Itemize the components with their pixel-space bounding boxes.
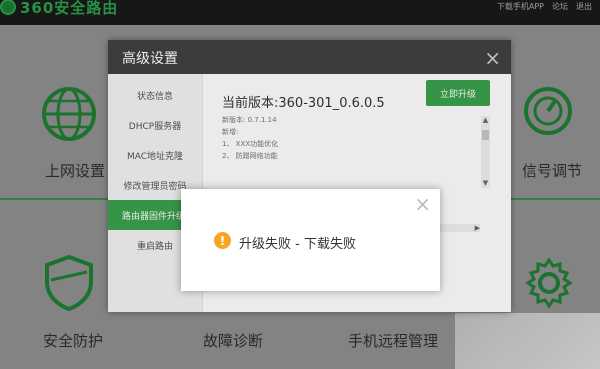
warning-icon: ! xyxy=(214,232,231,249)
upgrade-error-dialog: × ! 升级失败 - 下载失败 xyxy=(181,189,440,291)
error-message: 升级失败 - 下载失败 xyxy=(239,237,356,252)
modal-backdrop xyxy=(0,0,600,369)
dialog-close-icon[interactable]: × xyxy=(414,192,431,216)
